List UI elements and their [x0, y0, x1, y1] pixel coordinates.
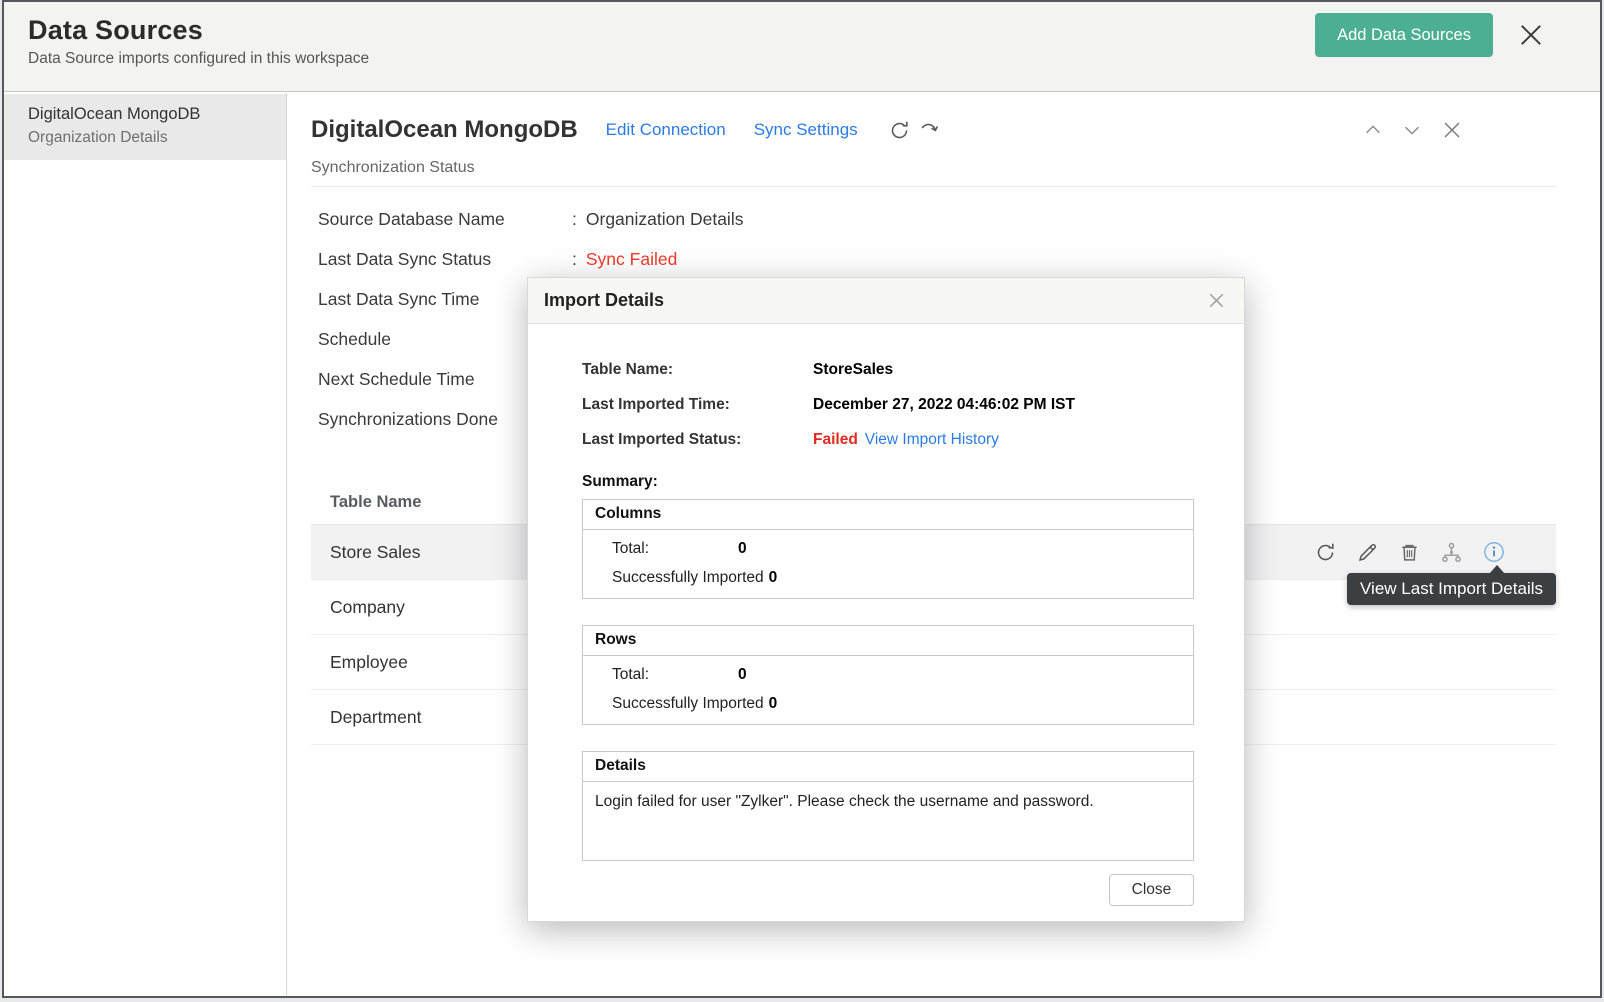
sync-status-section-title: Synchronization Status: [311, 159, 1600, 177]
chevron-down-icon[interactable]: [1401, 119, 1423, 141]
edit-connection-link[interactable]: Edit Connection: [606, 120, 726, 140]
columns-summary-box: Columns Total: 0 Successfully Imported 0: [582, 499, 1194, 599]
refresh-icon[interactable]: [888, 119, 911, 142]
table-row-label: Department: [330, 707, 421, 728]
field-value: StoreSales: [813, 361, 893, 379]
info-icon[interactable]: [1482, 540, 1506, 564]
field-value: December 27, 2022 04:46:02 PM IST: [813, 396, 1075, 414]
delete-icon[interactable]: [1398, 541, 1421, 564]
import-details-modal: Import Details Table Name: StoreSales La…: [527, 277, 1245, 922]
field-table-name: Table Name: StoreSales: [582, 358, 1194, 381]
tooltip-text: View Last Import Details: [1360, 579, 1543, 599]
table-row-label: Employee: [330, 652, 408, 673]
sync-failed-status: Sync Failed: [586, 249, 677, 270]
sync-row-last-sync-status: Last Data Sync Status : Sync Failed: [318, 239, 1600, 279]
sync-icon[interactable]: [1314, 541, 1337, 564]
box-row-value: 0: [738, 540, 747, 558]
modal-body: Table Name: StoreSales Last Imported Tim…: [528, 324, 1244, 906]
field-label: Last Imported Time:: [582, 396, 813, 414]
modal-close-icon[interactable]: [1205, 289, 1228, 312]
field-label: Last Imported Status:: [582, 431, 813, 449]
panel-controls: [1362, 118, 1464, 142]
columns-imported-row: Successfully Imported 0: [612, 563, 1193, 592]
sidebar-item-subtitle: Organization Details: [28, 129, 276, 147]
app-window: Data Sources Data Source imports configu…: [2, 0, 1602, 998]
box-row-label: Successfully Imported: [612, 569, 769, 587]
panel-close-icon[interactable]: [1440, 118, 1464, 142]
modal-header: Import Details: [528, 278, 1244, 324]
columns-total-row: Total: 0: [612, 534, 1193, 563]
add-data-sources-button[interactable]: Add Data Sources: [1315, 13, 1493, 57]
sync-row-source-database-name: Source Database Name : Organization Deta…: [318, 199, 1600, 239]
details-box: Details Login failed for user "Zylker". …: [582, 751, 1194, 861]
tooltip-view-last-import-details: View Last Import Details: [1347, 573, 1556, 605]
sidebar-item-title: DigitalOcean MongoDB: [28, 105, 276, 124]
modal-close-button[interactable]: Close: [1109, 874, 1194, 906]
edit-icon[interactable]: [1356, 541, 1379, 564]
failed-status: Failed: [813, 431, 858, 449]
relationships-icon[interactable]: [1440, 541, 1463, 564]
box-row-value: 0: [769, 569, 778, 587]
box-title: Details: [583, 752, 1193, 782]
resync-icon[interactable]: [917, 119, 940, 142]
box-title: Columns: [583, 500, 1193, 530]
rows-summary-box: Rows Total: 0 Successfully Imported 0: [582, 625, 1194, 725]
field-last-imported-time: Last Imported Time: December 27, 2022 04…: [582, 393, 1194, 416]
sync-row-value: Organization Details: [586, 209, 744, 230]
page-header: Data Sources Data Source imports configu…: [4, 2, 1600, 92]
box-row-label: Successfully Imported: [612, 695, 769, 713]
datasource-header-row: DigitalOcean MongoDB Edit Connection Syn…: [311, 111, 1556, 149]
rows-imported-row: Successfully Imported 0: [612, 689, 1193, 718]
chevron-up-icon[interactable]: [1362, 119, 1384, 141]
box-row-label: Total:: [612, 666, 738, 684]
section-divider: [311, 186, 1556, 187]
sidebar: DigitalOcean MongoDB Organization Detail…: [4, 93, 287, 996]
box-title: Rows: [583, 626, 1193, 656]
colon: :: [572, 249, 577, 270]
sync-row-label: Source Database Name: [318, 209, 572, 230]
colon: :: [572, 209, 577, 230]
field-label: Table Name:: [582, 361, 813, 379]
datasource-title: DigitalOcean MongoDB: [311, 116, 578, 144]
close-icon[interactable]: [1514, 18, 1548, 52]
summary-label: Summary:: [582, 473, 1194, 491]
sidebar-item-digitalocean-mongodb[interactable]: DigitalOcean MongoDB Organization Detail…: [4, 94, 286, 160]
table-row-label: Store Sales: [330, 542, 420, 563]
field-last-imported-status: Last Imported Status: Failed View Import…: [582, 428, 1194, 451]
modal-title: Import Details: [544, 290, 664, 311]
rows-total-row: Total: 0: [612, 660, 1193, 689]
view-import-history-link[interactable]: View Import History: [865, 431, 999, 449]
box-row-label: Total:: [612, 540, 738, 558]
refresh-icons: [888, 119, 940, 142]
table-row-label: Company: [330, 597, 405, 618]
sync-settings-link[interactable]: Sync Settings: [754, 120, 858, 140]
sync-row-label: Last Data Sync Status: [318, 249, 572, 270]
row-actions: [1314, 525, 1506, 579]
box-row-value: 0: [769, 695, 778, 713]
box-row-value: 0: [738, 666, 747, 684]
error-details-text: Login failed for user "Zylker". Please c…: [583, 782, 1193, 860]
